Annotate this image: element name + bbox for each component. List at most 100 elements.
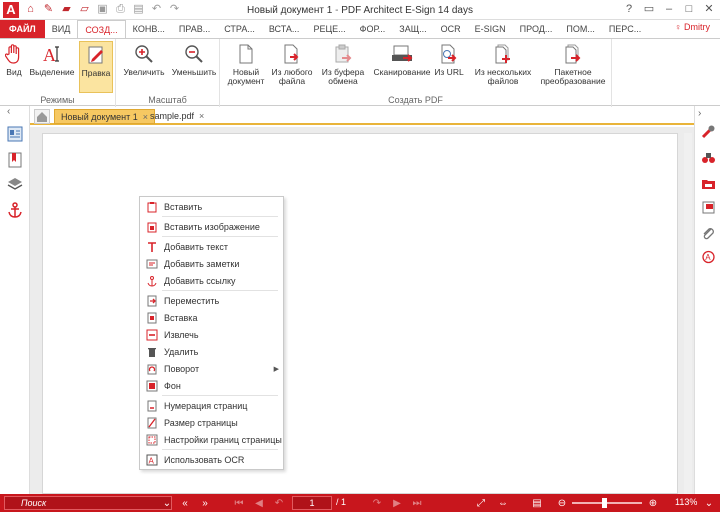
user-account[interactable]: ♀ Dmitry: [675, 22, 710, 32]
tab-help[interactable]: ПОМ...: [559, 20, 601, 39]
menu-item-ocr[interactable]: A Использовать OCR: [140, 451, 283, 468]
last-page-icon[interactable]: ⏭: [410, 496, 424, 510]
collapse-left-icon[interactable]: ‹: [7, 106, 23, 122]
signature-icon[interactable]: A: [701, 250, 716, 265]
tab-personal[interactable]: ПЕРС...: [602, 20, 648, 39]
edit-mode-button[interactable]: Правка: [79, 41, 113, 93]
view-mode-button[interactable]: Вид: [3, 41, 25, 93]
ribbon: Вид A Выделение Правка Режимы Увеличить: [0, 38, 720, 107]
from-url-label: Из URL: [434, 67, 464, 77]
tab-protect[interactable]: ЗАЩ...: [392, 20, 433, 39]
prev-page-icon[interactable]: ◀: [252, 496, 266, 510]
menu-item-add-notes[interactable]: Добавить заметки: [140, 255, 283, 272]
menu-item-delete[interactable]: Удалить: [140, 343, 283, 360]
from-multiple-files-button[interactable]: Из нескольких файлов: [470, 41, 536, 93]
anchor-icon[interactable]: [7, 202, 23, 218]
fit-page-icon[interactable]: ⤢: [474, 496, 488, 510]
help-icon[interactable]: ?: [622, 2, 636, 16]
text-select-icon: A: [41, 43, 63, 65]
ribbon-toggle-icon[interactable]: ▭: [642, 2, 656, 16]
tab-review[interactable]: РЕЦЕ...: [306, 20, 352, 39]
comments-icon[interactable]: [701, 200, 716, 215]
tab-insert[interactable]: ВСТА...: [262, 20, 307, 39]
search-next-icon[interactable]: »: [198, 496, 212, 510]
search-prev-icon[interactable]: «: [178, 496, 192, 510]
app-logo[interactable]: A: [3, 2, 19, 18]
thumbnails-icon[interactable]: [7, 126, 23, 142]
menu-item-extract[interactable]: Извлечь: [140, 326, 283, 343]
tab-ocr[interactable]: OCR: [434, 20, 468, 39]
binoculars-icon[interactable]: [701, 150, 716, 165]
new-document-button[interactable]: Новый документ: [226, 41, 266, 93]
tab-create[interactable]: СОЗД...: [77, 20, 126, 39]
forward-icon[interactable]: ↷: [370, 496, 384, 510]
start-tab[interactable]: [34, 109, 50, 124]
search-dropdown-icon[interactable]: ⌄: [160, 496, 174, 510]
menu-item-page-numbering[interactable]: Нумерация страниц: [140, 397, 283, 414]
layers-icon[interactable]: [7, 176, 23, 192]
tab-file[interactable]: ФАЙЛ: [0, 20, 45, 39]
stamp-folder-icon[interactable]: [701, 176, 716, 191]
document-page[interactable]: [42, 133, 678, 494]
tab-pages[interactable]: СТРА...: [217, 20, 262, 39]
tab-new-document[interactable]: Новый документ 1 ×: [54, 109, 156, 124]
menu-item-add-link[interactable]: Добавить ссылку: [140, 272, 283, 289]
from-url-button[interactable]: Из URL: [434, 41, 464, 93]
folder-icon[interactable]: ▰: [60, 3, 73, 16]
tab-esign[interactable]: E-SIGN: [468, 20, 513, 39]
vertical-scrollbar[interactable]: [684, 133, 692, 494]
zoom-out-button[interactable]: Уменьшить: [170, 41, 218, 93]
tab-products[interactable]: ПРОД...: [513, 20, 560, 39]
bookmarks-icon[interactable]: [7, 152, 23, 168]
zoom-in-status-icon[interactable]: ⊕: [646, 496, 660, 510]
select-mode-button[interactable]: A Выделение: [28, 41, 76, 93]
menu-item-add-text[interactable]: Добавить текст: [140, 238, 283, 255]
search-input[interactable]: Поиск: [4, 496, 172, 510]
pen-icon[interactable]: ✎: [42, 3, 55, 16]
back-icon[interactable]: ↶: [272, 496, 286, 510]
menu-item-paste[interactable]: Вставить: [140, 198, 283, 215]
zoom-out-status-icon[interactable]: ⊖: [555, 496, 569, 510]
scan-button[interactable]: Сканирование: [372, 41, 432, 93]
menu-item-background[interactable]: Фон: [140, 377, 283, 394]
batch-convert-button[interactable]: Пакетное преобразование: [538, 41, 608, 93]
menu-item-page-size[interactable]: Размер страницы: [140, 414, 283, 431]
fit-width-icon[interactable]: ⇔: [496, 496, 510, 510]
zoom-slider[interactable]: [572, 502, 642, 504]
page-number-input[interactable]: 1: [292, 496, 332, 510]
menu-item-page-margins[interactable]: Настройки границ страницы: [140, 431, 283, 448]
close-icon[interactable]: ✕: [702, 2, 716, 16]
attachment-icon[interactable]: [701, 226, 716, 241]
tools-icon[interactable]: [701, 124, 716, 139]
maximize-icon[interactable]: □: [682, 2, 696, 16]
menu-item-move[interactable]: Переместить: [140, 292, 283, 309]
from-file-button[interactable]: Из любого файла: [268, 41, 316, 93]
redo-icon[interactable]: ↷: [168, 3, 181, 16]
tab-convert[interactable]: КОНВ...: [126, 20, 172, 39]
save-icon[interactable]: ▣: [96, 3, 109, 16]
zoom-slider-thumb[interactable]: [601, 498, 607, 508]
first-page-icon[interactable]: ⏮: [232, 496, 246, 510]
zoom-level[interactable]: 113%: [675, 497, 697, 507]
open-folder-icon[interactable]: ▱: [78, 3, 91, 16]
collapse-right-icon[interactable]: ›: [698, 108, 713, 123]
tab-edit[interactable]: ПРАВ...: [172, 20, 217, 39]
zoom-menu-icon[interactable]: ⌄: [702, 496, 716, 510]
page-layout-icon[interactable]: ▤: [530, 496, 544, 510]
tab-sample-pdf[interactable]: sample.pdf ×: [144, 109, 210, 124]
from-clipboard-button[interactable]: Из буфера обмена: [320, 41, 366, 93]
save-as-icon[interactable]: ▤: [132, 3, 145, 16]
tab-view[interactable]: ВИД: [45, 20, 78, 39]
undo-icon[interactable]: ↶: [150, 3, 163, 16]
tab-forms[interactable]: ФОР...: [353, 20, 393, 39]
scanner-icon: [391, 43, 413, 65]
tab-sample-pdf-close[interactable]: ×: [199, 111, 204, 121]
minimize-icon[interactable]: –: [662, 2, 676, 16]
home-icon[interactable]: ⌂: [24, 3, 37, 16]
next-page-icon[interactable]: ▶: [390, 496, 404, 510]
menu-item-rotate[interactable]: Поворот ▶: [140, 360, 283, 377]
zoom-in-button[interactable]: Увеличить: [122, 41, 166, 93]
print-icon[interactable]: ⎙: [114, 3, 127, 16]
menu-item-paste-image[interactable]: Вставить изображение: [140, 218, 283, 235]
menu-item-insert[interactable]: Вставка: [140, 309, 283, 326]
